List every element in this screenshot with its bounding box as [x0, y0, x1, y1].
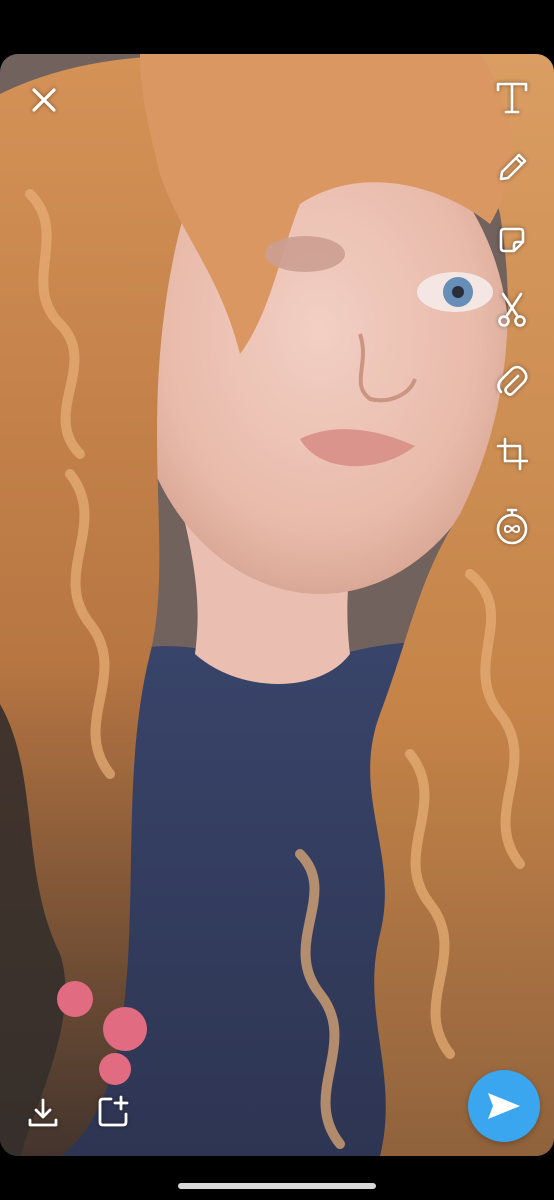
add-story-icon	[98, 1095, 129, 1127]
paperclip-icon	[497, 365, 528, 396]
sticker-tool-button[interactable]	[490, 220, 534, 260]
text-tool-icon	[496, 82, 528, 114]
attach-link-button[interactable]	[490, 362, 534, 402]
download-icon	[28, 1098, 58, 1127]
snap-preview-screen	[0, 0, 554, 1200]
crop-tool-button[interactable]	[490, 434, 534, 474]
scissors-tool-button[interactable]	[490, 290, 534, 330]
send-arrow-icon	[488, 1093, 520, 1119]
captured-photo	[0, 54, 554, 1156]
close-button[interactable]	[24, 80, 64, 120]
pencil-icon	[499, 153, 527, 181]
timer-button[interactable]	[490, 504, 534, 548]
crop-icon	[496, 437, 528, 471]
home-indicator[interactable]	[178, 1183, 376, 1189]
send-button[interactable]	[468, 1070, 540, 1142]
photo-image	[0, 54, 554, 1156]
add-to-story-button[interactable]	[92, 1090, 134, 1134]
timer-icon	[496, 508, 528, 545]
save-button[interactable]	[22, 1092, 64, 1134]
scissors-icon	[498, 292, 526, 327]
close-icon	[32, 88, 56, 112]
text-tool-button[interactable]	[490, 78, 534, 118]
sticker-icon	[499, 227, 525, 253]
draw-tool-button[interactable]	[490, 148, 534, 188]
